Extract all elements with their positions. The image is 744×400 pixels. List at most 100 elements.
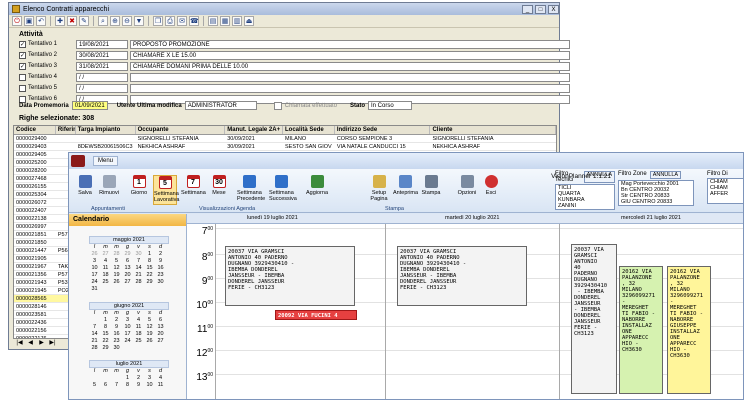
- annulla-button[interactable]: ANNULLA: [649, 171, 682, 179]
- appointment[interactable]: 20037 VIA GRAMSCI ANTONIO 40 PADERNO DUG…: [225, 246, 355, 306]
- minimize-button[interactable]: _: [522, 4, 533, 14]
- column-header[interactable]: Cliente: [430, 126, 556, 134]
- calendar-day[interactable]: 29: [144, 279, 155, 286]
- ribbon-button[interactable]: Settimana Successiva: [269, 175, 297, 205]
- table-row[interactable]: 0000029400 SIGNORELLI STEFANIA 30/09/2021 M…: [14, 135, 556, 143]
- calendar-day[interactable]: 30: [133, 251, 144, 258]
- attempt-date-field[interactable]: 19/08/2021: [76, 39, 128, 49]
- schedule-view[interactable]: lunedì 19 luglio 2021 martedì 20 luglio 2…: [187, 214, 743, 399]
- appointment[interactable]: 20037 VIA GRAMSCI ANTONIO 40 PADERNO DUG…: [571, 244, 617, 394]
- calendar-day[interactable]: 4: [133, 317, 144, 324]
- power-icon[interactable]: ⏻: [12, 16, 22, 26]
- first-record-button[interactable]: |◀: [15, 339, 24, 347]
- stato-select[interactable]: In Corso: [368, 101, 412, 110]
- app-menu-button[interactable]: [71, 155, 85, 167]
- column-header[interactable]: Targa Impianto: [76, 126, 136, 134]
- calendar-day[interactable]: 31: [89, 286, 100, 293]
- column-header[interactable]: Occupante: [136, 126, 226, 134]
- calendar-day[interactable]: 4: [100, 258, 111, 265]
- ribbon-button[interactable]: Settimana Precedente: [237, 175, 265, 205]
- calendar-day[interactable]: 9: [111, 324, 122, 331]
- next-record-button[interactable]: ▶: [37, 339, 46, 347]
- calendar-day[interactable]: 17: [122, 331, 133, 338]
- attempt-note-field[interactable]: CHIAMARE X LE 15.00: [130, 50, 570, 60]
- calendar-day[interactable]: 26: [89, 251, 100, 258]
- calendar-day[interactable]: 24: [89, 279, 100, 286]
- column-header[interactable]: Codice: [14, 126, 56, 134]
- day-header[interactable]: lunedì 19 luglio 2021: [247, 215, 298, 221]
- attempt-date-field[interactable]: / /: [76, 72, 128, 82]
- ribbon-button[interactable]: Aggiorna: [305, 175, 329, 205]
- calendar-day[interactable]: 14: [89, 331, 100, 338]
- attempt-checkbox[interactable]: [19, 73, 26, 81]
- calendar-day[interactable]: [122, 345, 133, 352]
- calendar-day[interactable]: 10: [122, 324, 133, 331]
- calendar-day[interactable]: 1: [100, 317, 111, 324]
- calendar-day[interactable]: 13: [155, 324, 166, 331]
- calendar-day[interactable]: 20: [155, 331, 166, 338]
- calendar-day[interactable]: 14: [133, 265, 144, 272]
- zoom-icon[interactable]: ⊕: [110, 16, 120, 26]
- calendar-day[interactable]: 21: [89, 338, 100, 345]
- calendar-day[interactable]: 3: [122, 317, 133, 324]
- calendar-day[interactable]: 16: [155, 265, 166, 272]
- phone-icon[interactable]: ☎: [189, 16, 199, 26]
- calendar-day[interactable]: 2: [133, 375, 144, 382]
- calendar-day[interactable]: [100, 375, 111, 382]
- undo-icon[interactable]: ↶: [36, 16, 46, 26]
- column-header[interactable]: Località Sede: [283, 126, 335, 134]
- calendar-day[interactable]: 12: [111, 265, 122, 272]
- attempt-note-field[interactable]: CHIAMARE DOMANI PRIMA DELLE 10.00: [130, 61, 570, 71]
- zoom-out-icon[interactable]: ⊖: [122, 16, 132, 26]
- ribbon-button[interactable]: Anteprima: [393, 175, 418, 205]
- calendar-day[interactable]: 22: [144, 272, 155, 279]
- calendar-day[interactable]: 8: [122, 382, 133, 389]
- calendar-day[interactable]: [144, 286, 155, 293]
- calendar-day[interactable]: 10: [144, 382, 155, 389]
- calendar-day[interactable]: 1: [122, 375, 133, 382]
- calendar-day[interactable]: 18: [133, 331, 144, 338]
- attempt-note-field[interactable]: [130, 83, 570, 93]
- column-header[interactable]: Manut. Legale 2A+: [225, 126, 284, 134]
- column-header[interactable]: Riferimento: [56, 126, 76, 134]
- prev-record-button[interactable]: ◀: [26, 339, 35, 347]
- chart-icon[interactable]: ▤: [208, 16, 218, 26]
- excel-icon[interactable]: ▦: [220, 16, 230, 26]
- calendar-day[interactable]: 8: [144, 258, 155, 265]
- calendar-day[interactable]: 4: [155, 375, 166, 382]
- appointment[interactable]: 20092 VIA FUCINI 4: [275, 310, 357, 320]
- calendar-day[interactable]: 29: [122, 251, 133, 258]
- calendar-day[interactable]: 19: [144, 331, 155, 338]
- ribbon-button[interactable]: Opzioni: [455, 175, 479, 205]
- maximize-button[interactable]: □: [535, 4, 546, 14]
- calendar-day[interactable]: 24: [122, 338, 133, 345]
- attempt-date-field[interactable]: / /: [76, 83, 128, 93]
- calendar-day[interactable]: [111, 375, 122, 382]
- calendar-day[interactable]: 6: [155, 317, 166, 324]
- calendar-day[interactable]: 25: [100, 279, 111, 286]
- calendar-day[interactable]: 6: [100, 382, 111, 389]
- calendar-day[interactable]: [155, 286, 166, 293]
- calendar-day[interactable]: [122, 286, 133, 293]
- ribbon-button[interactable]: Rimuovi: [97, 175, 121, 205]
- calendar-day[interactable]: 11: [100, 265, 111, 272]
- chiamata-checkbox[interactable]: [273, 101, 282, 110]
- calendar-day[interactable]: 23: [111, 338, 122, 345]
- calendar-day[interactable]: 22: [100, 338, 111, 345]
- attempt-date-field[interactable]: 30/08/2021: [76, 50, 128, 60]
- appointment[interactable]: 20037 VIA GRAMSCI ANTONIO 40 PADERNO DUG…: [397, 246, 527, 306]
- calendar-day[interactable]: [100, 286, 111, 293]
- new-icon[interactable]: ✚: [55, 16, 65, 26]
- day-header[interactable]: martedì 20 luglio 2021: [445, 215, 499, 221]
- filter-item[interactable]: AFFER: [710, 191, 743, 197]
- filter-icon[interactable]: ▼: [134, 16, 144, 26]
- ribbon-button[interactable]: 30 Mese: [207, 175, 231, 205]
- calendar-day[interactable]: [133, 345, 144, 352]
- delete-icon[interactable]: ✖: [67, 16, 77, 26]
- attempt-checkbox[interactable]: ✓: [19, 40, 26, 48]
- calendar-day[interactable]: 28: [111, 251, 122, 258]
- calendar-day[interactable]: 26: [111, 279, 122, 286]
- calendar-day[interactable]: 9: [155, 258, 166, 265]
- calendar-day[interactable]: [144, 345, 155, 352]
- calendar-day[interactable]: 30: [111, 345, 122, 352]
